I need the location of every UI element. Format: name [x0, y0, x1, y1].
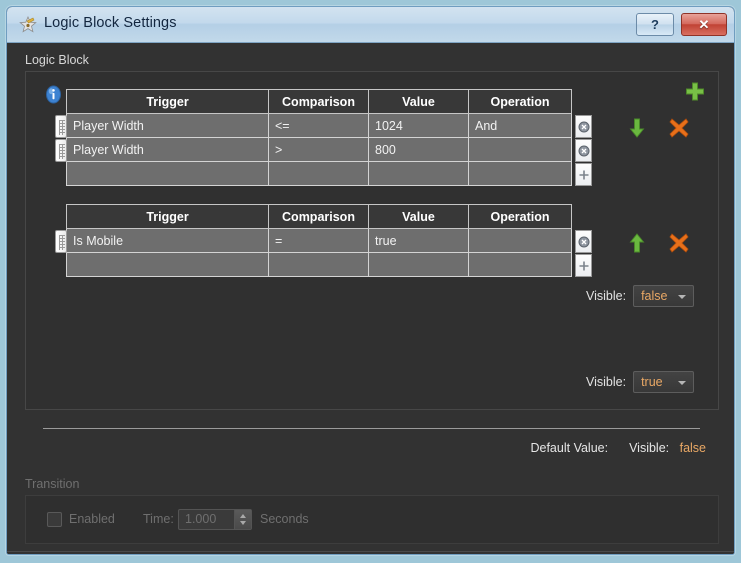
table-row-empty[interactable]	[66, 252, 572, 277]
stepper-up-icon[interactable]	[240, 514, 246, 518]
delete-block-button[interactable]	[666, 115, 692, 141]
cell-comparison[interactable]: >	[268, 137, 369, 162]
remove-condition-button[interactable]	[575, 115, 592, 138]
chevron-down-icon	[678, 381, 687, 385]
cell-operation[interactable]	[468, 228, 572, 253]
close-button[interactable]: ✕	[681, 13, 727, 36]
dialog-window: Logic Block Settings ? ✕ Logic Block Tri…	[6, 6, 735, 555]
default-value-property: Visible:	[629, 441, 670, 455]
table-header-row: Trigger Comparison Value Operation	[66, 204, 572, 229]
column-header-operation: Operation	[468, 89, 572, 114]
stepper-buttons[interactable]	[234, 510, 251, 529]
table-row[interactable]: Player Width > 800	[66, 137, 572, 162]
default-value-value: false	[679, 441, 706, 455]
cell-trigger[interactable]: Player Width	[66, 113, 269, 138]
column-header-comparison: Comparison	[268, 204, 369, 229]
row-drag-handle[interactable]	[55, 115, 67, 138]
cell-trigger[interactable]: Is Mobile	[66, 228, 269, 253]
visible-select-value: false	[641, 289, 668, 303]
footer-divider	[7, 551, 734, 552]
block-visible-row: Visible: false	[586, 285, 695, 307]
cell-trigger[interactable]	[66, 252, 269, 277]
cell-value[interactable]	[368, 252, 469, 277]
info-icon	[44, 85, 63, 104]
cell-trigger[interactable]: Player Width	[66, 137, 269, 162]
cell-trigger[interactable]	[66, 161, 269, 186]
cell-operation[interactable]	[468, 137, 572, 162]
transition-group: Enabled Time: 1.000 Seconds	[25, 495, 719, 544]
visible-select-value: true	[641, 375, 663, 389]
column-header-comparison: Comparison	[268, 89, 369, 114]
transition-group-label: Transition	[25, 477, 80, 491]
logic-block-group-label: Logic Block	[25, 53, 89, 67]
logic-block-group: Trigger Comparison Value Operation Playe…	[25, 71, 719, 410]
cell-comparison[interactable]: =	[268, 228, 369, 253]
transition-seconds-label: Seconds	[260, 512, 309, 526]
visible-select[interactable]: false	[633, 285, 695, 307]
column-header-trigger: Trigger	[66, 89, 269, 114]
title-bar: Logic Block Settings ? ✕	[7, 7, 734, 43]
cell-operation[interactable]	[468, 252, 572, 277]
cell-comparison[interactable]: <=	[268, 113, 369, 138]
transition-time-value: 1.000	[185, 512, 217, 526]
add-condition-button[interactable]	[575, 163, 592, 186]
move-block-up-button[interactable]	[624, 230, 650, 256]
table-row[interactable]: Is Mobile = true	[66, 228, 572, 253]
section-divider	[43, 428, 700, 429]
default-value-label: Default Value:	[530, 441, 609, 455]
visible-label: Visible:	[586, 289, 627, 303]
table-row-empty[interactable]	[66, 161, 572, 186]
help-button[interactable]: ?	[636, 13, 674, 36]
cell-value[interactable]: true	[368, 228, 469, 253]
move-block-down-button[interactable]	[624, 115, 650, 141]
add-condition-button[interactable]	[575, 254, 592, 277]
transition-enabled-label: Enabled	[69, 512, 115, 526]
condition-block: Trigger Comparison Value Operation Is Mo…	[55, 204, 592, 277]
table-row[interactable]: Player Width <= 1024 And	[66, 113, 572, 138]
condition-table: Trigger Comparison Value Operation Playe…	[66, 89, 572, 186]
remove-condition-button[interactable]	[575, 139, 592, 162]
column-header-value: Value	[368, 89, 469, 114]
row-drag-handle[interactable]	[55, 139, 67, 162]
transition-time-label: Time:	[143, 512, 174, 526]
column-header-trigger: Trigger	[66, 204, 269, 229]
column-header-value: Value	[368, 204, 469, 229]
condition-block: Trigger Comparison Value Operation Playe…	[55, 89, 592, 186]
cell-value[interactable]: 800	[368, 137, 469, 162]
app-star-icon	[18, 15, 38, 35]
row-drag-handle[interactable]	[55, 230, 67, 253]
add-logic-block-button[interactable]	[683, 80, 707, 104]
cell-value[interactable]: 1024	[368, 113, 469, 138]
remove-condition-button[interactable]	[575, 230, 592, 253]
cell-operation[interactable]	[468, 161, 572, 186]
window-title: Logic Block Settings	[44, 15, 177, 31]
visible-select[interactable]: true	[633, 371, 695, 393]
cell-comparison[interactable]	[268, 252, 369, 277]
default-value-row: Default Value: Visible: false	[530, 441, 706, 455]
block-actions	[624, 115, 704, 141]
cell-comparison[interactable]	[268, 161, 369, 186]
visible-label: Visible:	[586, 375, 627, 389]
condition-table: Trigger Comparison Value Operation Is Mo…	[66, 204, 572, 277]
delete-block-button[interactable]	[666, 230, 692, 256]
dialog-content: Logic Block Trigger Comparison Value Ope…	[7, 43, 734, 554]
transition-time-stepper[interactable]: 1.000	[178, 509, 252, 530]
stepper-down-icon[interactable]	[240, 521, 246, 525]
block-actions	[624, 230, 704, 256]
block-visible-row: Visible: true	[586, 371, 695, 393]
column-header-operation: Operation	[468, 204, 572, 229]
cell-operation[interactable]: And	[468, 113, 572, 138]
transition-enabled-checkbox[interactable]	[47, 512, 62, 527]
cell-value[interactable]	[368, 161, 469, 186]
chevron-down-icon	[678, 295, 687, 299]
table-header-row: Trigger Comparison Value Operation	[66, 89, 572, 114]
